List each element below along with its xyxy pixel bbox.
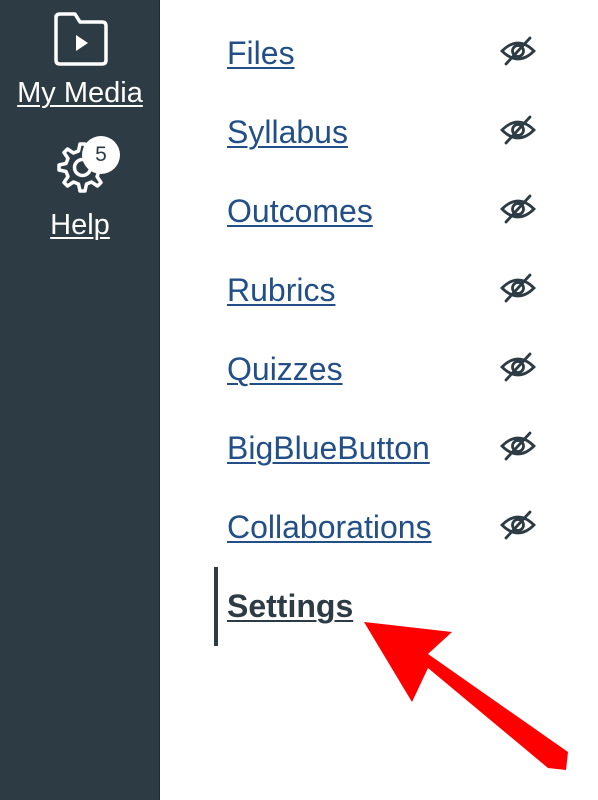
course-nav-item-bigbluebutton: BigBlueButton [214,409,598,488]
course-nav-link-syllabus[interactable]: Syllabus [227,113,348,151]
course-nav-item-files: Files [214,14,598,93]
course-nav-item-syllabus: Syllabus [214,93,598,172]
help-nav-item[interactable]: 5 Help [0,136,160,242]
course-nav-link-quizzes[interactable]: Quizzes [227,350,343,388]
course-nav-item-settings: Settings [214,567,598,646]
global-navigation: My Media 5 Help [0,0,160,800]
my-media-nav-item[interactable]: My Media [0,0,160,110]
eye-slash-icon [500,510,536,540]
course-nav-item-rubrics: Rubrics [214,251,598,330]
course-nav-item-collaborations: Collaborations [214,488,598,567]
media-folder-icon [54,12,108,66]
eye-slash-icon [500,115,536,145]
page: My Media 5 Help Files Syllabus Outcomes Rub… [0,0,598,800]
help-notification-badge: 5 [82,136,120,174]
course-nav-link-rubrics[interactable]: Rubrics [227,271,335,309]
my-media-label: My Media [17,77,143,109]
course-nav-link-outcomes[interactable]: Outcomes [227,192,373,230]
course-nav-link-collaborations[interactable]: Collaborations [227,508,432,546]
eye-slash-icon [500,431,536,461]
eye-slash-icon [500,36,536,66]
eye-slash-icon [500,194,536,224]
help-label: Help [50,209,110,241]
course-nav-item-quizzes: Quizzes [214,330,598,409]
course-navigation: Files Syllabus Outcomes Rubrics Quizzes BigBl… [214,14,598,646]
eye-slash-icon [500,273,536,303]
course-nav-link-settings[interactable]: Settings [227,587,353,625]
course-nav-link-bigbluebutton[interactable]: BigBlueButton [227,429,430,467]
eye-slash-icon [500,352,536,382]
course-nav-link-files[interactable]: Files [227,34,295,72]
course-nav-item-outcomes: Outcomes [214,172,598,251]
